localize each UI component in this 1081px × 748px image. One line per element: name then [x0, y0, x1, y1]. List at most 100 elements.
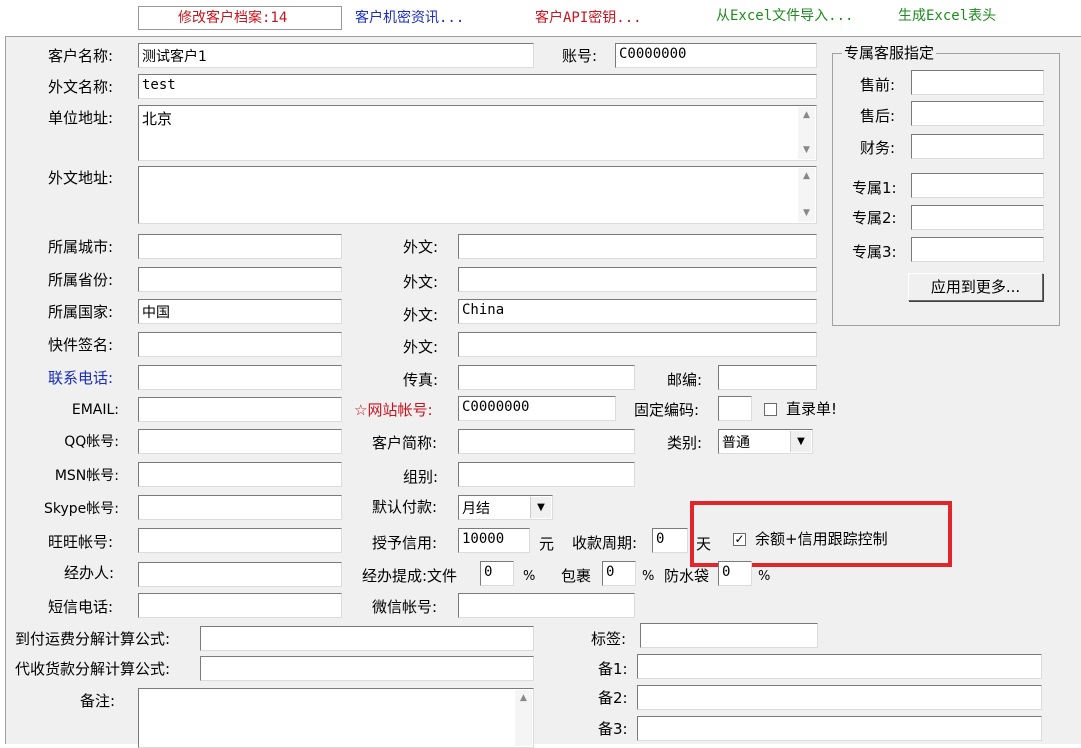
- country-foreign-input[interactable]: China: [458, 299, 817, 324]
- short-name-input[interactable]: [458, 429, 635, 454]
- account-input[interactable]: C0000000: [615, 43, 817, 68]
- direct-entry-label[interactable]: 直录单!: [786, 399, 837, 419]
- scroll-up-icon[interactable]: ▲: [515, 690, 532, 707]
- remark-label: 备注:: [80, 692, 116, 710]
- customer-name-label: 客户名称:: [48, 47, 114, 65]
- fax-input[interactable]: [458, 365, 635, 390]
- edit-record-label[interactable]: 修改客户档案:14: [178, 6, 287, 30]
- email-input[interactable]: [138, 397, 342, 422]
- import-excel-link[interactable]: 从Excel文件导入...: [716, 4, 853, 28]
- default-payment-label: 默认付款:: [372, 498, 438, 516]
- credit-input[interactable]: 10000: [458, 528, 530, 553]
- chevron-down-icon[interactable]: ▼: [530, 497, 551, 518]
- zip-input[interactable]: [718, 365, 817, 390]
- cod-formula-input[interactable]: [200, 656, 534, 681]
- country-input[interactable]: 中国: [138, 299, 342, 324]
- city-foreign-input[interactable]: [458, 234, 817, 259]
- freight-formula-label: 到付运费分解计算公式:: [15, 630, 171, 648]
- exclusive2-label: 专属2:: [852, 209, 897, 227]
- note2-input[interactable]: [637, 685, 1042, 710]
- commission-label: 经办提成:文件: [362, 567, 458, 585]
- phone-input[interactable]: [138, 365, 342, 390]
- presale-input[interactable]: [911, 70, 1044, 95]
- freight-formula-input[interactable]: [200, 626, 534, 651]
- generate-excel-header-link[interactable]: 生成Excel表头: [898, 4, 996, 28]
- exclusive3-input[interactable]: [911, 237, 1044, 262]
- short-name-label: 客户简称:: [372, 434, 438, 452]
- express-sign-input[interactable]: [138, 332, 342, 357]
- address-scrollbar[interactable]: ▲ ▼: [798, 107, 815, 159]
- note2-label: 备2:: [598, 689, 628, 707]
- customer-name-input[interactable]: 测试客户1: [138, 43, 534, 68]
- website-account-input[interactable]: C0000000: [458, 396, 616, 421]
- province-foreign-label: 外文:: [403, 273, 439, 291]
- scroll-up-icon[interactable]: ▲: [798, 107, 815, 124]
- country-foreign-label: 外文:: [403, 306, 439, 324]
- phone-label: 联系电话:: [48, 369, 114, 387]
- waterproof-label: 防水袋: [664, 567, 710, 585]
- percent-label: %: [758, 569, 771, 584]
- finance-label: 财务:: [860, 139, 896, 157]
- scroll-up-icon[interactable]: ▲: [798, 168, 815, 185]
- chevron-down-icon[interactable]: ▼: [790, 431, 811, 452]
- collect-period-label: 收款周期:: [572, 534, 638, 552]
- wechat-input[interactable]: [458, 593, 635, 618]
- sms-input[interactable]: [138, 593, 342, 618]
- aftersale-input[interactable]: [911, 101, 1044, 126]
- default-payment-value: 月结: [462, 501, 490, 517]
- sign-foreign-input[interactable]: [458, 332, 817, 357]
- category-select[interactable]: 普通 ▼: [718, 429, 813, 454]
- exclusive1-input[interactable]: [911, 173, 1044, 198]
- tag-label: 标签:: [591, 630, 627, 648]
- foreign-address-scrollbar[interactable]: ▲ ▼: [798, 168, 815, 222]
- category-value: 普通: [722, 435, 750, 451]
- note3-label: 备3:: [598, 720, 628, 738]
- qq-input[interactable]: [138, 429, 342, 454]
- skype-input[interactable]: [138, 495, 342, 520]
- commission-file-input[interactable]: 0: [480, 561, 514, 586]
- commission-waterproof-input[interactable]: 0: [718, 561, 752, 586]
- exclusive-service-title: 专属客服指定: [842, 43, 937, 63]
- highlight-annotation: [690, 501, 952, 567]
- remark-scrollbar[interactable]: ▲: [515, 690, 532, 746]
- sms-label: 短信电话:: [48, 598, 114, 616]
- note3-input[interactable]: [637, 716, 1042, 741]
- foreign-address-textarea[interactable]: ▲ ▼: [138, 166, 817, 224]
- foreign-name-input[interactable]: test: [138, 74, 817, 99]
- city-input[interactable]: [138, 234, 342, 259]
- city-label: 所属城市:: [48, 238, 114, 256]
- msn-label: MSN帐号:: [54, 468, 119, 484]
- exclusive2-input[interactable]: [911, 205, 1044, 230]
- sign-foreign-label: 外文:: [403, 338, 439, 356]
- zip-label: 邮编:: [667, 371, 703, 389]
- apply-more-button[interactable]: 应用到更多...: [908, 273, 1043, 301]
- secret-info-link[interactable]: 客户机密资讯...: [355, 6, 464, 30]
- skype-label: Skype帐号:: [44, 501, 119, 517]
- exclusive3-label: 专属3:: [852, 243, 897, 261]
- cod-formula-label: 代收货款分解计算公式:: [15, 660, 171, 678]
- address-textarea[interactable]: 北京 ▲ ▼: [138, 105, 817, 161]
- scroll-down-icon[interactable]: ▼: [798, 205, 815, 222]
- province-foreign-input[interactable]: [458, 267, 817, 292]
- fixed-code-input[interactable]: [718, 396, 752, 421]
- percent-label: %: [642, 569, 655, 584]
- province-input[interactable]: [138, 267, 342, 292]
- commission-parcel-input[interactable]: 0: [602, 561, 636, 586]
- remark-textarea[interactable]: ▲: [138, 688, 534, 748]
- note1-input[interactable]: [637, 654, 1042, 679]
- foreign-name-label: 外文名称:: [48, 78, 114, 96]
- tag-input[interactable]: [640, 623, 818, 648]
- group-input[interactable]: [458, 462, 635, 487]
- wangwang-input[interactable]: [138, 528, 342, 553]
- fixed-code-label: 固定编码:: [634, 401, 700, 419]
- address-value: 北京: [142, 110, 173, 128]
- api-key-link[interactable]: 客户API密钥...: [535, 6, 642, 30]
- scroll-down-icon[interactable]: ▼: [798, 142, 815, 159]
- msn-input[interactable]: [138, 462, 342, 487]
- collect-period-input[interactable]: 0: [652, 528, 688, 553]
- handler-input[interactable]: [138, 562, 342, 587]
- direct-entry-checkbox[interactable]: [764, 403, 777, 416]
- default-payment-select[interactable]: 月结 ▼: [458, 495, 553, 520]
- finance-input[interactable]: [911, 134, 1044, 159]
- credit-label: 授予信用:: [372, 534, 438, 552]
